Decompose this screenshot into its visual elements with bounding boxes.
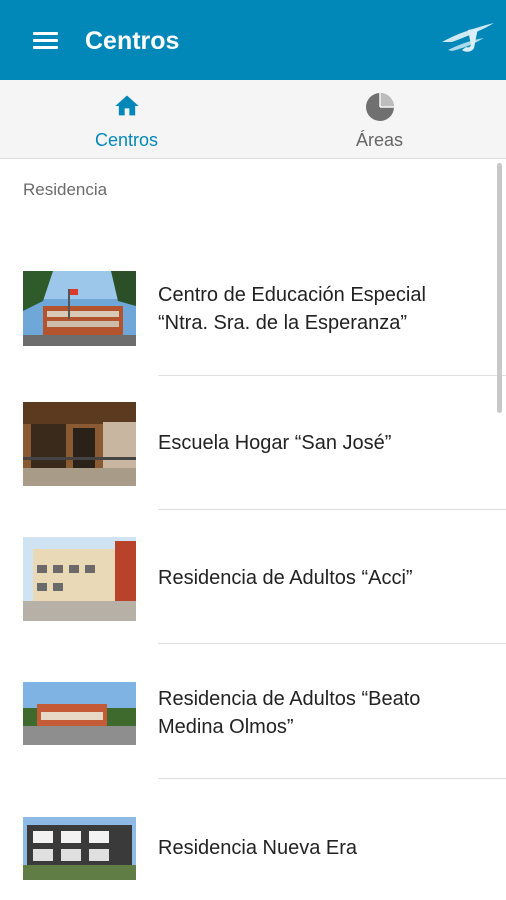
list-item[interactable]: Centro de Educación Especial “Ntra. Sra.…: [0, 260, 506, 376]
list-item-title-line1: Residencia de Adultos “Acci”: [158, 567, 413, 589]
list-item-title: Escuela Hogar “San José”: [158, 429, 391, 457]
page-title: Centros: [85, 27, 180, 55]
list-item-title-line1: Centro de Educación Especial: [158, 284, 426, 306]
list-item-title-line1: Residencia de Adultos “Beato: [158, 688, 421, 710]
center-photo: [23, 271, 136, 346]
list-item[interactable]: Residencia de Adultos “Acci”: [0, 510, 506, 644]
list-item-title: Residencia de Adultos “Acci”: [158, 564, 413, 592]
brand-logo-icon: [438, 20, 496, 56]
scrollbar[interactable]: [497, 163, 502, 413]
section-label: Residencia: [23, 180, 108, 199]
tab-label: Áreas: [355, 130, 404, 150]
list-item[interactable]: Residencia Nueva Era: [0, 779, 506, 900]
list-item-title-line2: Medina Olmos”: [158, 716, 294, 738]
home-icon: [0, 92, 253, 122]
list-item-title: Residencia Nueva Era: [158, 834, 357, 862]
tab-bar: Centros Áreas: [0, 80, 506, 159]
center-photo: [23, 402, 136, 486]
tab-centros[interactable]: Centros: [0, 80, 253, 158]
center-photo: [23, 817, 136, 880]
center-photo: [23, 537, 136, 621]
tab-label: Centros: [94, 130, 159, 150]
app-bar: Centros: [0, 0, 506, 80]
list-item-title-line1: Escuela Hogar “San José”: [158, 432, 392, 454]
center-photo: [23, 682, 136, 745]
hamburger-menu-icon[interactable]: [33, 32, 58, 50]
list-item-title-line2: “Ntra. Sra. de la Esperanza”: [158, 312, 407, 334]
list-item-title: Residencia de Adultos “Beato Medina Olmo…: [158, 685, 420, 741]
list-item-title: Centro de Educación Especial “Ntra. Sra.…: [158, 281, 426, 337]
list-item-title-line1: Residencia Nueva Era: [158, 837, 357, 859]
list-item[interactable]: Escuela Hogar “San José”: [0, 376, 506, 510]
list-item[interactable]: Residencia de Adultos “Beato Medina Olmo…: [0, 644, 506, 779]
pie-chart-icon: [253, 92, 506, 122]
tab-areas[interactable]: Áreas: [253, 80, 506, 158]
